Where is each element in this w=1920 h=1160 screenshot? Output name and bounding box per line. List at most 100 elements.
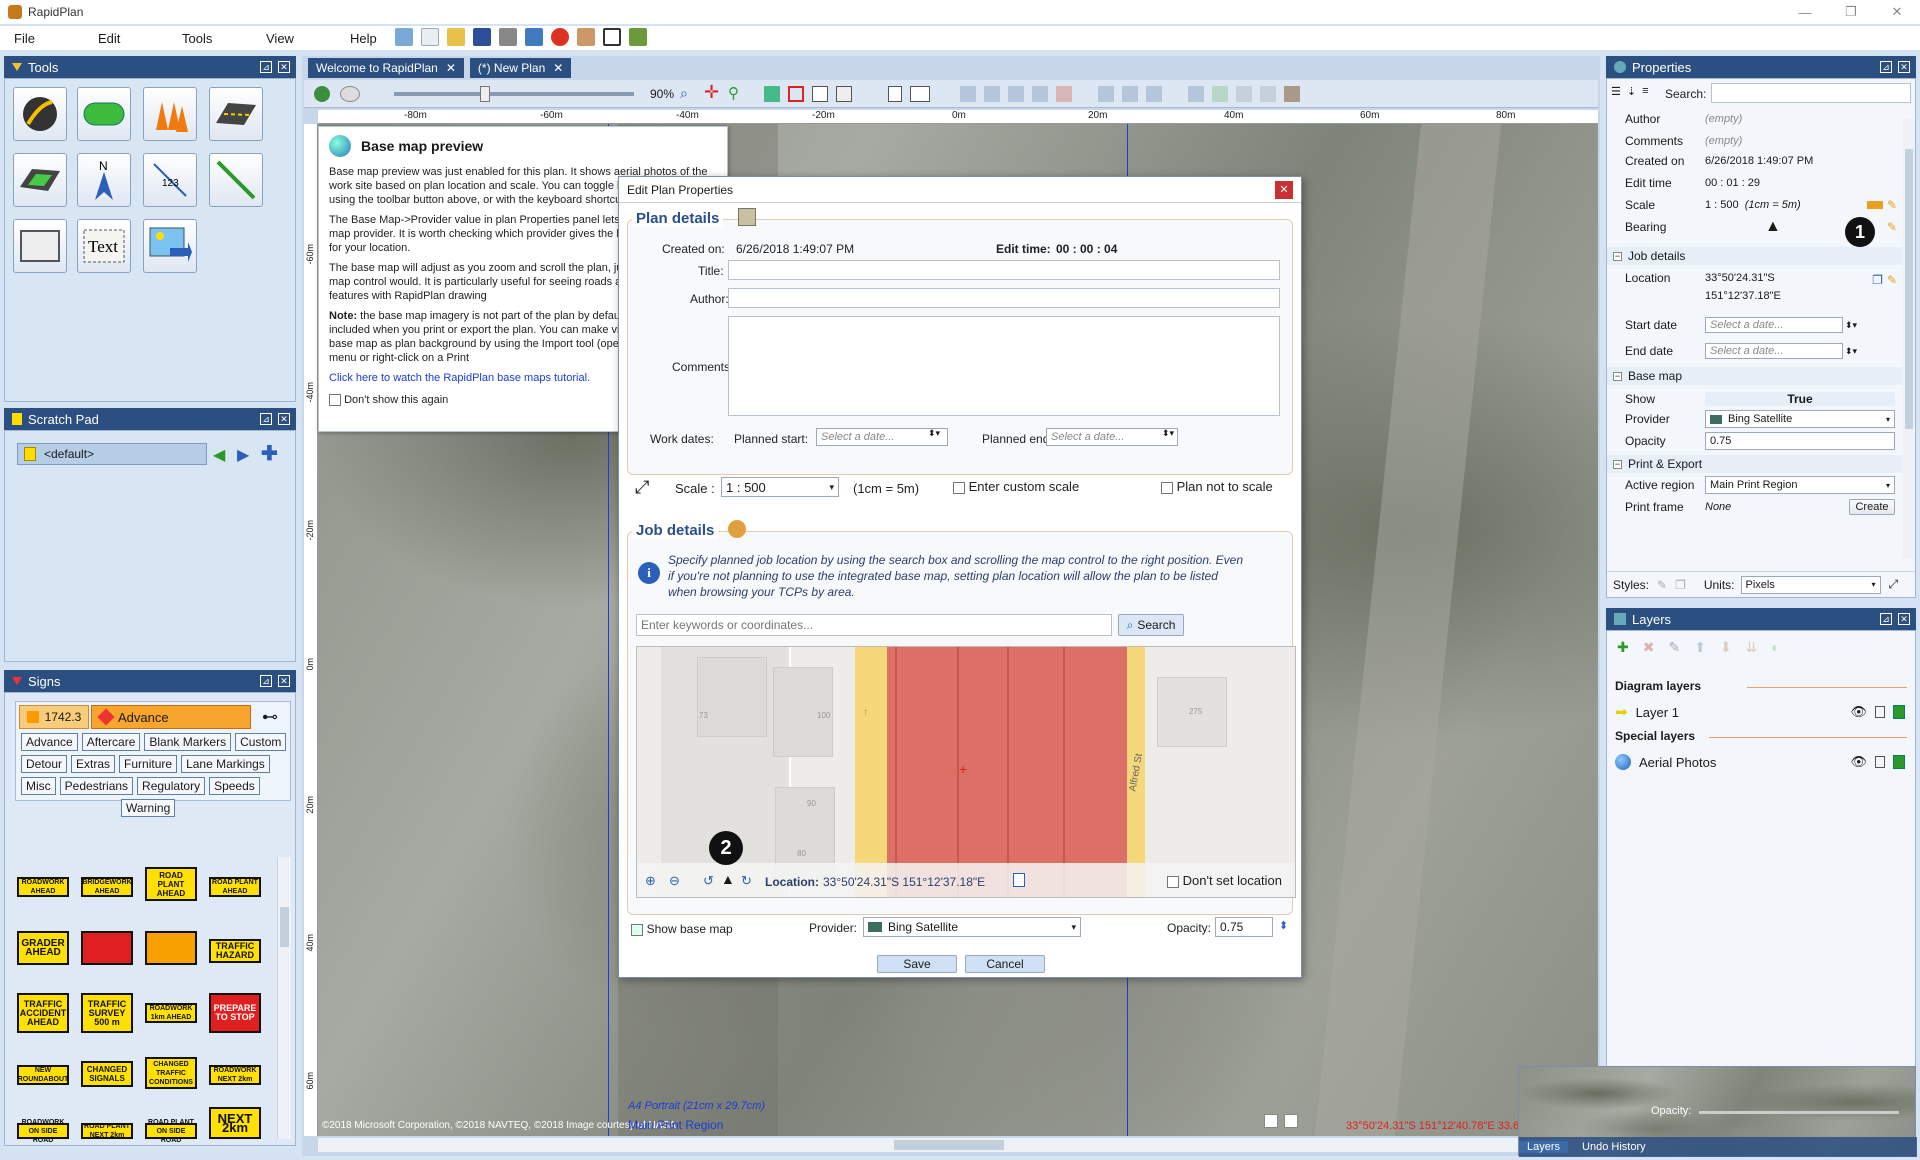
rectangle-tool-button[interactable]	[13, 219, 67, 273]
start-date-picker[interactable]: Select a date...	[1705, 317, 1843, 333]
forward-arrow-icon[interactable]: ▶	[237, 445, 249, 465]
scratch-pad-selector[interactable]: <default>	[17, 443, 207, 465]
open-template-icon[interactable]	[395, 28, 413, 46]
tab-undo-history[interactable]: Undo History	[1574, 1141, 1654, 1153]
canvas-scrollbar[interactable]	[318, 1138, 1598, 1152]
export-icon[interactable]	[525, 28, 543, 46]
dont-set-location-checkbox[interactable]	[1167, 875, 1179, 888]
sign-tab-speeds[interactable]: Speeds	[209, 777, 260, 795]
panel-close-icon[interactable]: ✕	[278, 413, 290, 425]
road-tool-button[interactable]	[13, 87, 67, 141]
spin-icon[interactable]: ⬍▾	[1845, 346, 1857, 357]
move-down-icon[interactable]: ⬇	[1720, 639, 1732, 656]
rotate-right-icon[interactable]: ↻	[741, 873, 752, 889]
paste-icon[interactable]	[1284, 86, 1300, 102]
panel-close-icon[interactable]: ✕	[1898, 613, 1910, 625]
comments-textarea[interactable]	[728, 316, 1280, 416]
zoom-slider[interactable]	[394, 86, 634, 102]
opacity-spin-icon[interactable]: ⬍	[1279, 919, 1288, 932]
collapse-icon[interactable]: −	[1613, 251, 1622, 261]
spin-icon[interactable]: ⬍▾	[1162, 428, 1174, 439]
not-to-scale-checkbox[interactable]	[1161, 481, 1173, 494]
eye-icon[interactable]: 👁	[1850, 704, 1867, 720]
north-icon[interactable]: ⚲	[728, 84, 739, 102]
add-layer-icon[interactable]: ✚	[1617, 639, 1629, 656]
active-region-select[interactable]: Main Print Region ▾	[1705, 476, 1895, 494]
spin-icon[interactable]: ⬍▾	[1845, 320, 1857, 331]
distribute-icon[interactable]	[1008, 86, 1024, 102]
layer-row-1[interactable]: ➡ Layer 1 👁	[1615, 701, 1905, 723]
location-map[interactable]: 73 100 90 80 ↑ Alfred St 275 + ⊕ ⊖ ↺ ▲ ↻…	[636, 646, 1296, 898]
sign-traffic-hazard[interactable]: TRAFFIC HAZARD	[209, 939, 261, 963]
add-icon[interactable]: ✚	[261, 441, 278, 466]
menu-file[interactable]: File	[0, 31, 84, 46]
signs-scrollbar[interactable]	[277, 857, 291, 1139]
prop-comments[interactable]: Comments (empty)	[1607, 131, 1903, 151]
custom-scale-checkbox[interactable]	[953, 481, 965, 494]
section-print-export[interactable]: − Print & Export	[1607, 455, 1903, 473]
prop-show[interactable]: Show True	[1607, 389, 1903, 409]
sign-roadwork-next-2km[interactable]: ROADWORK NEXT 2km	[209, 1065, 261, 1085]
search-button[interactable]: ⌕ Search	[1118, 614, 1184, 636]
road-segment-tool-button[interactable]	[209, 87, 263, 141]
sign-tab-pedestrians[interactable]: Pedestrians	[59, 777, 134, 795]
properties-search-input[interactable]	[1711, 83, 1911, 103]
lock-icon[interactable]	[1875, 706, 1885, 718]
tab-close-icon[interactable]: ✕	[446, 61, 456, 75]
page-icon[interactable]	[888, 86, 902, 102]
picture-icon[interactable]	[764, 86, 780, 102]
save-icon[interactable]	[473, 28, 491, 46]
copy-location-icon[interactable]	[1013, 873, 1025, 887]
scale-select[interactable]: 1 : 500 ▾	[721, 477, 839, 497]
rotate-left-icon[interactable]: ↺	[703, 873, 714, 889]
dont-show-checkbox[interactable]	[329, 394, 341, 407]
align-center-icon[interactable]	[984, 86, 1000, 102]
lock-icon[interactable]	[1875, 756, 1885, 768]
layer-row-aerial[interactable]: Aerial Photos 👁	[1615, 751, 1905, 773]
opacity-input[interactable]: 0.75	[1215, 917, 1273, 937]
sign-bridgework-ahead[interactable]: BRIDGEWORK AHEAD	[81, 877, 133, 897]
grid-icon[interactable]	[836, 86, 852, 102]
filter-icon[interactable]	[788, 86, 804, 102]
sign-road-plant-ahead-small[interactable]: ROAD PLANT AHEAD	[209, 877, 261, 897]
cones-tool-button[interactable]	[143, 87, 197, 141]
units-select[interactable]: Pixels ▾	[1740, 575, 1881, 594]
pin-icon[interactable]: ⊿	[260, 675, 272, 687]
new-file-icon[interactable]	[421, 28, 439, 46]
style-brush-icon[interactable]: ✎	[1657, 578, 1667, 592]
section-job-details[interactable]: − Job details	[1607, 247, 1903, 265]
sign-grader-ahead[interactable]: GRADER AHEAD	[17, 931, 69, 965]
zoom-out-icon[interactable]: ⊖	[669, 873, 680, 889]
merge-icon[interactable]: ⇊	[1746, 639, 1758, 656]
sign-tab-regulatory[interactable]: Regulatory	[137, 777, 206, 795]
provider-select[interactable]: Bing Satellite ▾	[863, 917, 1081, 937]
list-view-icon[interactable]: ≡	[1642, 85, 1648, 98]
collapse-icon[interactable]: −	[1613, 459, 1622, 469]
tab-layers[interactable]: Layers	[1519, 1141, 1569, 1153]
sort-icon[interactable]: ⇣	[1627, 85, 1636, 98]
location-search-input[interactable]	[636, 614, 1112, 636]
sign-road-plant-ahead[interactable]: ROAD PLANT AHEAD	[145, 867, 197, 901]
binoculars-icon[interactable]: ⊷	[255, 705, 285, 729]
shape-tool-button[interactable]	[77, 87, 131, 141]
prop-author[interactable]: Author (empty)	[1607, 109, 1903, 129]
tab-new-plan[interactable]: (*) New Plan ✕	[469, 58, 572, 78]
area-tool-button[interactable]	[13, 153, 67, 207]
edit-pencil-icon[interactable]: ✎	[1887, 198, 1897, 212]
sign-tab-aftercare[interactable]: Aftercare	[81, 733, 141, 751]
close-button[interactable]: ✕	[1874, 0, 1920, 24]
menu-tools[interactable]: Tools	[168, 31, 252, 46]
opacity-input[interactable]: 0.75	[1705, 432, 1895, 450]
sign-prepare-to-stop[interactable]: PREPARE TO STOP	[209, 993, 261, 1033]
sign-tab-warning[interactable]: Warning	[121, 799, 176, 817]
zoom-icon[interactable]: ⌕	[680, 85, 688, 102]
image-tool-button[interactable]	[143, 219, 197, 273]
group-icon[interactable]	[1146, 86, 1162, 102]
measure-tool-button[interactable]: 123	[143, 153, 197, 207]
rename-layer-icon[interactable]: ✎	[1668, 639, 1680, 656]
style-copy-icon[interactable]: ❐	[1675, 578, 1686, 592]
flip-v-icon[interactable]	[1122, 86, 1138, 102]
copy-icon[interactable]: ❐	[1872, 273, 1883, 287]
prop-print-frame[interactable]: Print frame None Create	[1607, 497, 1903, 517]
diagram-icon[interactable]	[1893, 755, 1905, 769]
